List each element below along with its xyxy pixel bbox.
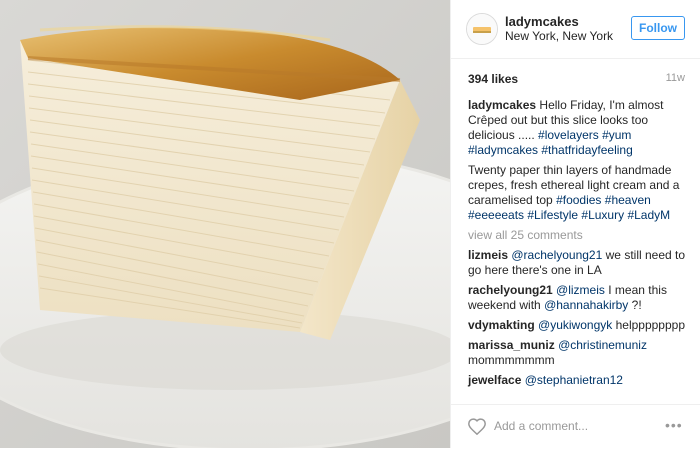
- comment-mention[interactable]: @stephanietran12: [525, 373, 623, 387]
- post-age[interactable]: 11w: [666, 72, 685, 84]
- comment-author[interactable]: lizmeis: [468, 248, 508, 262]
- comment-mention[interactable]: @yukiwongyk: [538, 318, 612, 332]
- crepe-cake-image: [0, 0, 450, 448]
- username-link[interactable]: ladymcakes: [505, 14, 579, 29]
- comment-author[interactable]: marissa_muniz: [468, 338, 555, 352]
- comment: rachelyoung21 @lizmeis I mean this weeke…: [468, 283, 690, 313]
- comment-text: helpppppppp: [615, 318, 685, 332]
- comment-mention[interactable]: @christinemuniz: [558, 338, 647, 352]
- comments-list: ladymcakes Hello Friday, I'm almost Crêp…: [468, 98, 690, 393]
- caption-second-paragraph: Twenty paper thin layers of handmade cre…: [468, 163, 690, 223]
- comment-text-2: ?!: [631, 298, 642, 312]
- comment-text: mommmmmmm: [468, 353, 555, 367]
- comment: marissa_muniz @christinemuniz mommmmmmm: [468, 338, 690, 368]
- avatar[interactable]: [466, 13, 498, 45]
- comment-mention[interactable]: @rachelyoung21: [511, 248, 602, 262]
- comment-author[interactable]: vdymakting: [468, 318, 535, 332]
- heart-icon[interactable]: [467, 417, 487, 435]
- post-sidebar: ladymcakes New York, New York Follow 394…: [450, 0, 700, 448]
- comment: vdymakting @yukiwongyk helpppppppp: [468, 318, 690, 333]
- post-stats: 394 likes 11w: [468, 72, 685, 86]
- caption-author[interactable]: ladymcakes: [468, 98, 536, 112]
- post-header: ladymcakes New York, New York Follow: [451, 0, 700, 59]
- comment-mention-2[interactable]: @hannahakirby: [544, 298, 628, 312]
- view-all-comments-link[interactable]: view all 25 comments: [468, 228, 690, 243]
- caption: ladymcakes Hello Friday, I'm almost Crêp…: [468, 98, 690, 158]
- more-options-icon[interactable]: •••: [665, 417, 683, 433]
- likes-count[interactable]: 394 likes: [468, 72, 518, 86]
- comment: lizmeis @rachelyoung21 we still need to …: [468, 248, 690, 278]
- avatar-logo: [467, 14, 497, 44]
- location-link[interactable]: New York, New York: [505, 29, 613, 43]
- comment-bar: Add a comment... •••: [451, 404, 700, 449]
- comment-author[interactable]: rachelyoung21: [468, 283, 553, 297]
- post-photo[interactable]: [0, 0, 450, 448]
- instagram-post: ladymcakes New York, New York Follow 394…: [0, 0, 700, 448]
- comment-mention[interactable]: @lizmeis: [556, 283, 605, 297]
- comment-author[interactable]: jewelface: [468, 373, 521, 387]
- add-comment-input[interactable]: Add a comment...: [494, 419, 588, 433]
- comment: jewelface @stephanietran12: [468, 373, 690, 388]
- follow-button[interactable]: Follow: [631, 16, 685, 40]
